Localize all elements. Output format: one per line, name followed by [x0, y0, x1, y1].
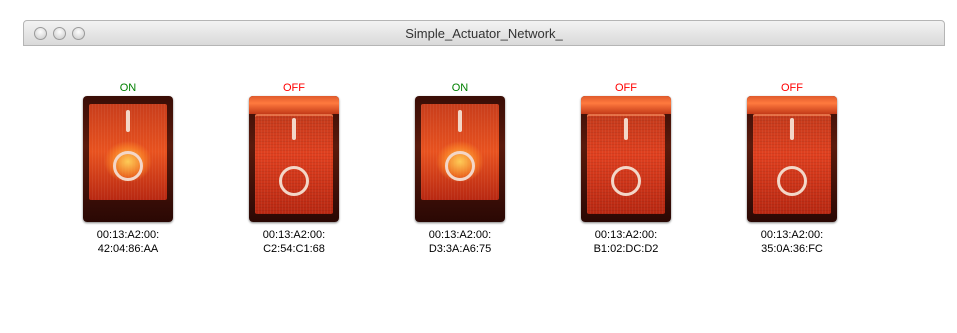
rocker-switch-icon[interactable]: [415, 96, 505, 222]
on-symbol-icon: [458, 110, 462, 132]
address-line-1: 00:13:A2:00:: [96, 229, 160, 241]
rocker-switch-icon[interactable]: [581, 96, 671, 222]
address-line-2: 42:04:86:AA: [97, 243, 159, 255]
switch-panel: ON 00:13:A2:00: 42:04:86:AA OFF 00:13:A2…: [23, 46, 945, 333]
device-address: 00:13:A2:00: B1:02:DC:D2: [566, 228, 686, 256]
address-line-2: C2:54:C1:68: [263, 243, 325, 255]
device-address: 00:13:A2:00: C2:54:C1:68: [234, 228, 354, 256]
actuator-switch-5[interactable]: OFF 00:13:A2:00: 35:0A:36:FC: [732, 82, 852, 292]
switch-state-label: OFF: [781, 82, 803, 94]
title-bar: Simple_Actuator_Network_: [23, 20, 945, 46]
switch-state-label: OFF: [283, 82, 305, 94]
on-symbol-icon: [126, 110, 130, 132]
on-symbol-icon: [624, 118, 628, 140]
off-symbol-icon: [279, 166, 309, 196]
rocker-switch-icon[interactable]: [249, 96, 339, 222]
address-line-2: B1:02:DC:D2: [593, 243, 659, 255]
off-symbol-icon: [611, 166, 641, 196]
rocker-switch-icon[interactable]: [747, 96, 837, 222]
address-line-2: 35:0A:36:FC: [761, 243, 823, 255]
actuator-switch-1[interactable]: ON 00:13:A2:00: 42:04:86:AA: [68, 82, 188, 292]
switch-state-label: OFF: [615, 82, 637, 94]
address-line-1: 00:13:A2:00:: [262, 229, 326, 241]
actuator-switch-4[interactable]: OFF 00:13:A2:00: B1:02:DC:D2: [566, 82, 686, 292]
off-symbol-icon: [113, 151, 143, 181]
window-title: Simple_Actuator_Network_: [405, 26, 563, 41]
actuator-switch-3[interactable]: ON 00:13:A2:00: D3:3A:A6:75: [400, 82, 520, 292]
on-symbol-icon: [790, 118, 794, 140]
on-symbol-icon: [292, 118, 296, 140]
rocker-switch-icon[interactable]: [83, 96, 173, 222]
switch-state-label: ON: [119, 82, 137, 94]
device-address: 00:13:A2:00: 42:04:86:AA: [68, 228, 188, 256]
app-window: Simple_Actuator_Network_ ON 00:13:A2:00:…: [23, 0, 945, 333]
off-symbol-icon: [445, 151, 475, 181]
address-line-2: D3:3A:A6:75: [428, 243, 492, 255]
actuator-switch-2[interactable]: OFF 00:13:A2:00: C2:54:C1:68: [234, 82, 354, 292]
address-line-1: 00:13:A2:00:: [428, 229, 492, 241]
off-symbol-icon: [777, 166, 807, 196]
device-address: 00:13:A2:00: 35:0A:36:FC: [732, 228, 852, 256]
address-line-1: 00:13:A2:00:: [760, 229, 824, 241]
switch-state-label: ON: [451, 82, 469, 94]
address-line-1: 00:13:A2:00:: [594, 229, 658, 241]
device-address: 00:13:A2:00: D3:3A:A6:75: [400, 228, 520, 256]
